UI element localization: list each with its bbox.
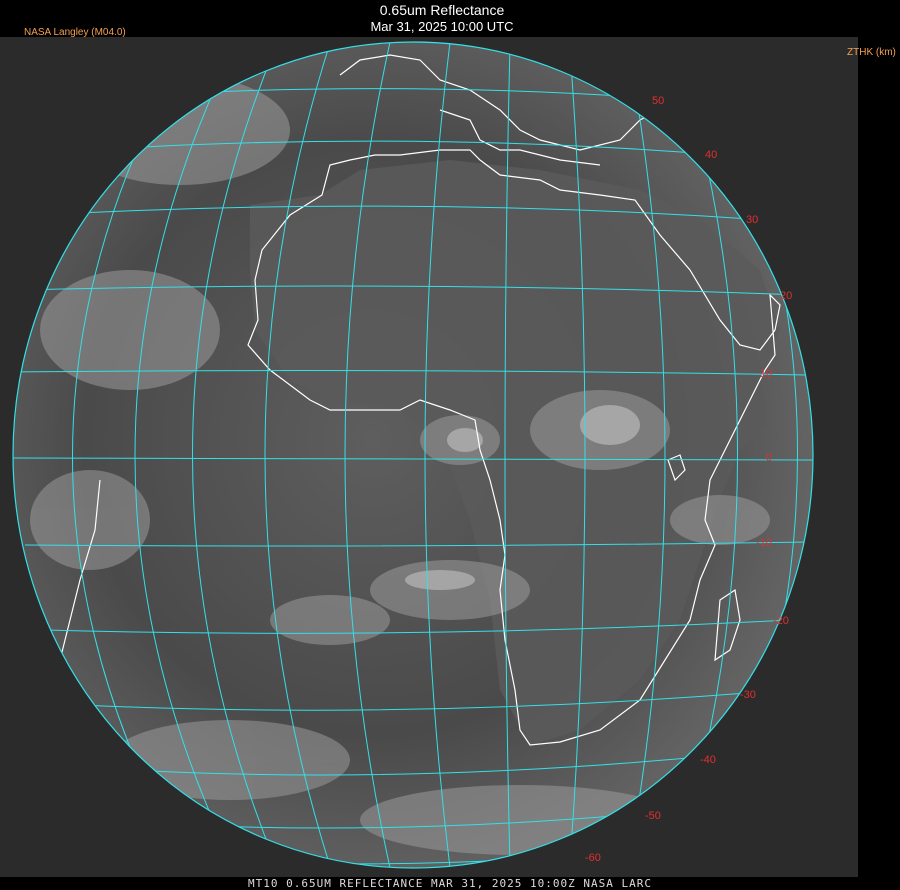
lat-label: 20 [780, 290, 792, 302]
image-caption: MT10 0.65UM REFLECTANCE MAR 31, 2025 10:… [248, 877, 652, 890]
lat-label: -60 [585, 852, 601, 864]
lat-label: -20 [773, 615, 789, 627]
lat-label: -30 [740, 689, 756, 701]
lat-label: 40 [705, 149, 717, 161]
lat-label: 10 [760, 368, 772, 380]
lat-label: -10 [756, 537, 772, 549]
lat-label: 30 [746, 214, 758, 226]
lat-label: -40 [700, 754, 716, 766]
lat-label: 50 [652, 95, 664, 107]
lat-label: 0 [766, 452, 772, 464]
satellite-globe: 50 40 30 20 10 0 -10 -20 -30 -40 -50 -60 [12, 41, 814, 869]
lat-label: -50 [645, 810, 661, 822]
